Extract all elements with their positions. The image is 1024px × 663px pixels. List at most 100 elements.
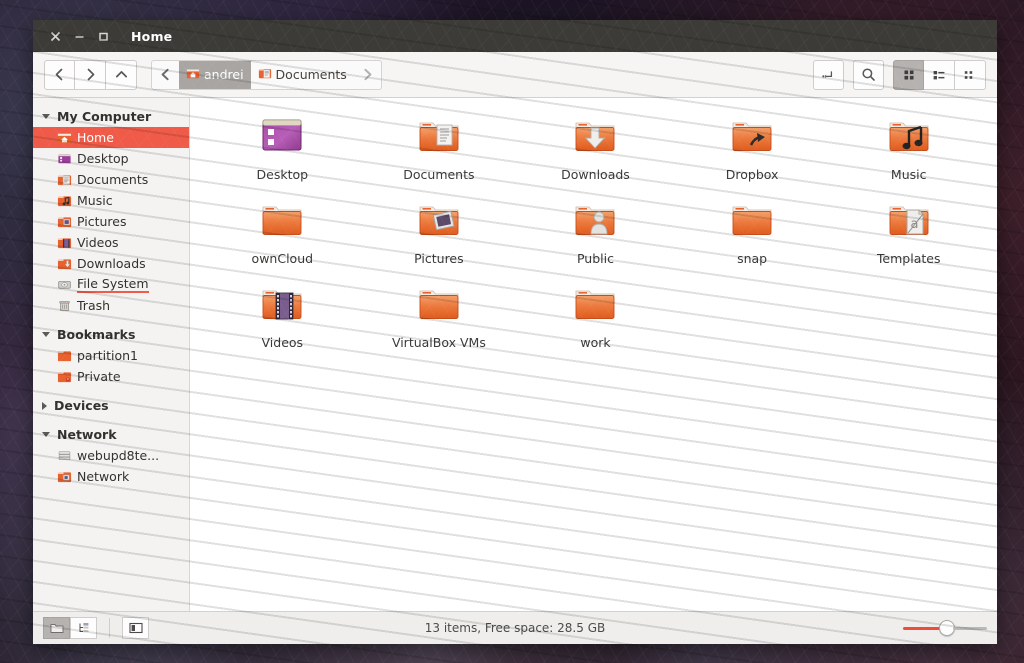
file-item-downloads[interactable]: Downloads (517, 112, 674, 182)
desktop-icon (262, 119, 302, 151)
file-item-virtualbox-vms[interactable]: VirtualBox VMs (361, 280, 518, 350)
navigation-buttons (44, 59, 137, 90)
file-item-snap[interactable]: snap (674, 196, 831, 266)
breadcrumb-next-button[interactable] (353, 59, 382, 90)
sidebar-group-bookmarks[interactable]: Bookmarks (33, 324, 189, 345)
file-item-music[interactable]: Music (830, 112, 987, 182)
templates-folder-icon: a (889, 206, 929, 235)
desktop-wallpaper: Home andrei Documents My Computer Home D… (0, 0, 1024, 663)
pictures-folder-icon (419, 206, 459, 235)
file-item-label: snap (737, 251, 768, 266)
pictures-folder-icon (57, 214, 72, 229)
compact-view-button[interactable] (955, 59, 986, 90)
server-icon (57, 448, 72, 463)
path-entry-toggle-button[interactable] (813, 59, 844, 90)
chevron-down-icon (42, 114, 50, 119)
file-item-documents[interactable]: Documents (361, 112, 518, 182)
desktop-icon (57, 151, 72, 166)
sidebar-group-devices[interactable]: Devices (33, 395, 189, 416)
sidebar-item-label: Network (77, 469, 130, 484)
breadcrumb-item-documents[interactable]: Documents (250, 59, 354, 90)
back-button[interactable] (44, 59, 75, 90)
statusbar: 13 items, Free space: 28.5 GB (33, 611, 997, 644)
sidebar-item-pictures[interactable]: Pictures (33, 211, 189, 232)
folder-view-button[interactable] (43, 617, 70, 639)
path-and-search-group (813, 59, 844, 90)
music-folder-icon (57, 193, 72, 208)
sidebar-item-trash[interactable]: Trash (33, 295, 189, 316)
sidebar-group-label: Network (57, 427, 117, 442)
file-manager-window: Home andrei Documents My Computer Home D… (33, 20, 997, 644)
file-list-area[interactable]: Desktop Documents Downloads Dropbox Musi… (190, 98, 997, 611)
sidebar-group-label: My Computer (57, 109, 152, 124)
file-item-label: Pictures (414, 251, 464, 266)
file-item-public[interactable]: Public (517, 196, 674, 266)
breadcrumb-item-andrei[interactable]: andrei (179, 59, 251, 90)
forward-button[interactable] (75, 59, 106, 90)
sidebar-group-label: Devices (54, 398, 109, 413)
search-group (853, 59, 884, 90)
sidebar-item-network[interactable]: Network (33, 466, 189, 487)
file-item-desktop[interactable]: Desktop (204, 112, 361, 182)
file-item-label: work (580, 335, 611, 350)
home-folder-icon (186, 66, 200, 83)
file-item-work[interactable]: work (517, 280, 674, 350)
icon-grid: Desktop Documents Downloads Dropbox Musi… (204, 112, 987, 350)
file-item-pictures[interactable]: Pictures (361, 196, 518, 266)
sidebar-item-label: Desktop (77, 151, 129, 166)
close-icon[interactable] (45, 26, 65, 46)
public-folder-icon (576, 206, 615, 235)
file-item-label: VirtualBox VMs (391, 335, 486, 350)
file-item-videos[interactable]: Videos (204, 280, 361, 350)
videos-folder-icon (262, 290, 302, 320)
sidebar-item-label: File System (77, 276, 149, 293)
sidebar-item-label: Videos (77, 235, 119, 250)
sidebar-item-label: Music (77, 193, 113, 208)
chevron-down-icon (42, 332, 50, 337)
tree-view-button[interactable] (70, 617, 97, 639)
icon-view-button[interactable] (893, 59, 924, 90)
window-title: Home (131, 28, 173, 44)
file-item-label: Music (890, 167, 927, 182)
list-view-button[interactable] (924, 59, 955, 90)
trash-icon (57, 298, 72, 313)
sidebar-group-my-computer[interactable]: My Computer (33, 106, 189, 127)
file-item-label: ownCloud (251, 251, 314, 266)
sidebar-item-videos[interactable]: Videos (33, 232, 189, 253)
harddisk-icon (57, 277, 72, 292)
zoom-slider[interactable] (903, 618, 987, 638)
sidebar-item-documents[interactable]: Documents (33, 169, 189, 190)
sidebar: My Computer Home Desktop Documents Music… (33, 98, 190, 611)
sidebar-group-network[interactable]: Network (33, 424, 189, 445)
sidebar-item-partition1[interactable]: partition1 (33, 345, 189, 366)
up-button[interactable] (106, 59, 137, 90)
file-item-label: Templates (876, 251, 941, 266)
file-item-dropbox[interactable]: Dropbox (674, 112, 831, 182)
chevron-right-icon (42, 401, 47, 410)
breadcrumb-prev-button[interactable] (151, 59, 179, 90)
videos-folder-icon (57, 235, 72, 250)
sidebar-item-music[interactable]: Music (33, 190, 189, 211)
sidebar-item-webupd8team[interactable]: webupd8te... (33, 445, 189, 466)
home-folder-icon (57, 130, 72, 145)
folder-icon (262, 206, 302, 235)
minimize-icon[interactable] (69, 26, 89, 46)
sidebar-item-file-system[interactable]: File System (33, 274, 189, 295)
file-item-templates[interactable]: a Templates (830, 196, 987, 266)
sidebar-group-label: Bookmarks (57, 327, 136, 342)
search-icon[interactable] (853, 59, 884, 90)
sidebar-item-private[interactable]: Private (33, 366, 189, 387)
sidebar-item-home[interactable]: Home (33, 127, 189, 148)
sidebar-item-label: Pictures (77, 214, 127, 229)
file-item-owncloud[interactable]: ownCloud (204, 196, 361, 266)
chevron-down-icon (42, 432, 50, 437)
sidebar-item-desktop[interactable]: Desktop (33, 148, 189, 169)
breadcrumb: andrei Documents (151, 59, 382, 90)
zoom-slider-fill (903, 626, 941, 630)
maximize-icon[interactable] (93, 26, 113, 46)
file-item-label: Documents (403, 167, 475, 182)
sidebar-toggle-button[interactable] (122, 617, 149, 639)
downloads-folder-icon (57, 256, 72, 271)
sidebar-item-downloads[interactable]: Downloads (33, 253, 189, 274)
file-item-label: Dropbox (725, 167, 779, 182)
